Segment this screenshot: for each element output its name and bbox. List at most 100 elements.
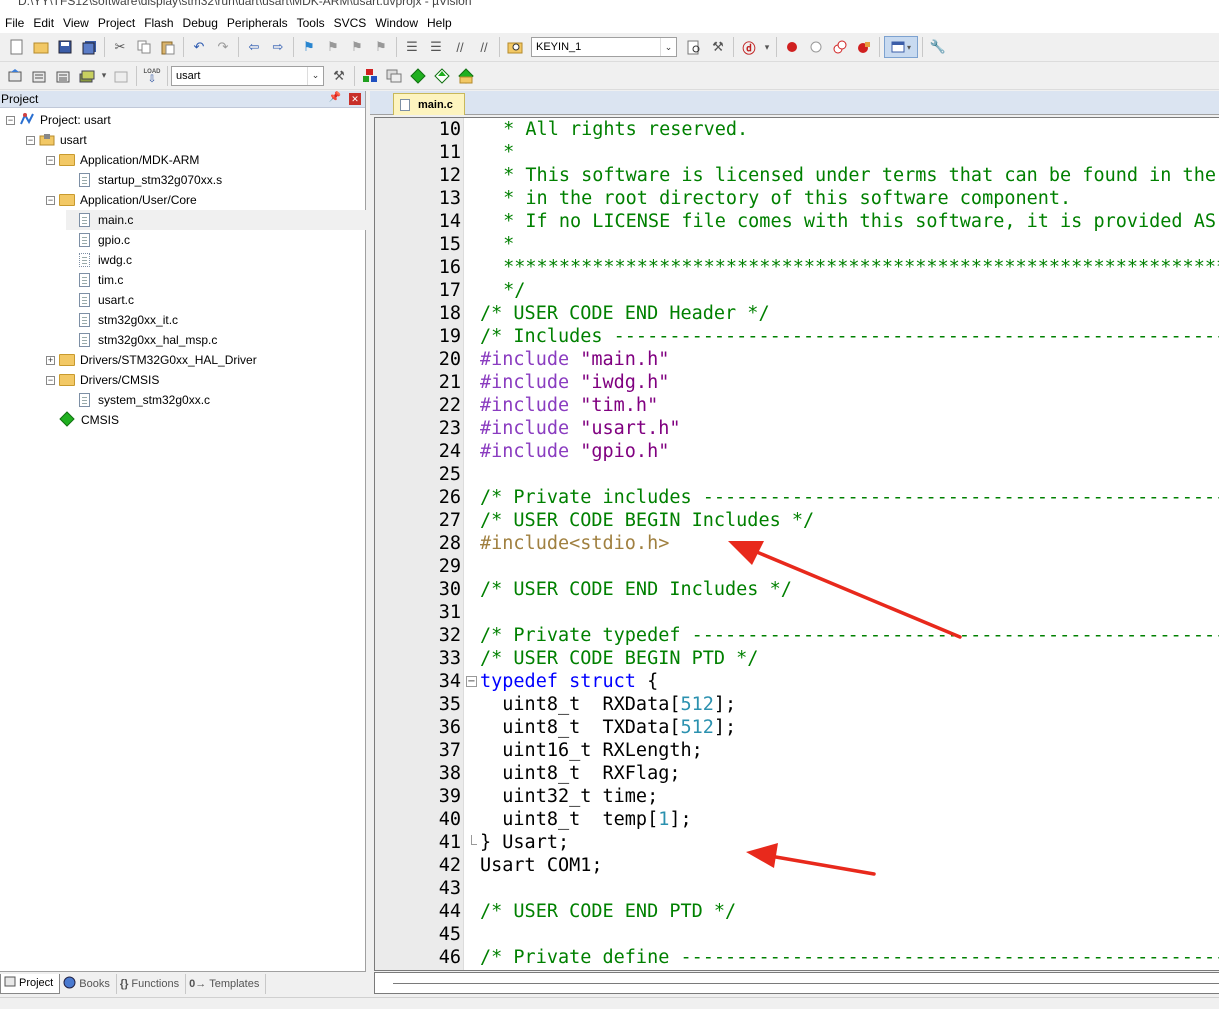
find-in-files-icon[interactable] [504,36,526,58]
code-line[interactable]: 10 * All rights reserved. [375,118,1219,141]
menu-svcs[interactable]: SVCS [333,16,375,30]
manage-rte-icon[interactable] [407,65,429,87]
code-line[interactable]: 23 #include "usart.h" [375,417,1219,440]
code-line[interactable]: 29 [375,555,1219,578]
chevron-down-icon[interactable]: ⌄ [307,66,323,85]
code-line[interactable]: 12 * This software is licensed under ter… [375,164,1219,187]
window-layout-icon[interactable]: ▾ [884,36,918,58]
code-line[interactable]: 28 #include<stdio.h> [375,532,1219,555]
code-line[interactable]: 40 uint8_t temp[1]; [375,808,1219,831]
batch-build-icon[interactable] [76,65,98,87]
collapse-icon[interactable]: − [46,155,55,165]
tree-item[interactable]: usart.c [66,290,134,310]
tree-item[interactable]: startup_stm32g070xx.s [66,170,222,190]
code-line[interactable]: 18 /* USER CODE END Header */ [375,302,1219,325]
menu-tools[interactable]: Tools [296,16,333,30]
translate-icon[interactable] [4,65,26,87]
menu-peripherals[interactable]: Peripherals [226,16,296,30]
unindent-icon[interactable]: ☰ [425,36,447,58]
code-line[interactable]: 14 * If no LICENSE file comes with this … [375,210,1219,233]
save-all-icon[interactable] [78,36,100,58]
code-line[interactable]: 19 /* Includes --------------------------… [375,325,1219,348]
kill-breakpoints-icon[interactable] [853,36,875,58]
tab-functions[interactable]: {} Functions [117,973,187,994]
close-icon[interactable]: ✕ [349,93,361,105]
tree-item[interactable]: + Drivers/STM32G0xx_HAL_Driver [46,350,257,370]
menu-window[interactable]: Window [374,16,426,30]
tree-item[interactable]: CMSIS [46,410,119,430]
find-combo[interactable]: KEYIN_1 ⌄ [531,37,677,57]
tab-main-c[interactable]: main.c [393,93,465,115]
tree-item[interactable]: main.c [66,210,366,230]
tree-item[interactable]: system_stm32g0xx.c [66,390,210,410]
navigate-forward-icon[interactable]: ⇨ [267,36,289,58]
manage-project-items-icon[interactable] [359,65,381,87]
code-line[interactable]: 27 /* USER CODE BEGIN Includes */ [375,509,1219,532]
code-line[interactable]: 37 uint16_t RXLength; [375,739,1219,762]
target-options-icon[interactable]: ⚒ [328,65,350,87]
menu-view[interactable]: View [62,16,97,30]
tree-item[interactable]: tim.c [66,270,123,290]
code-line[interactable]: 24 #include "gpio.h" [375,440,1219,463]
tree-item[interactable]: − usart [26,130,87,150]
file-extensions-icon[interactable] [383,65,405,87]
menu-help[interactable]: Help [426,16,460,30]
stop-build-icon[interactable] [110,65,132,87]
code-line[interactable]: 13 * in the root directory of this softw… [375,187,1219,210]
paste-icon[interactable] [157,36,179,58]
tree-item[interactable]: stm32g0xx_hal_msp.c [66,330,217,350]
copy-icon[interactable] [133,36,155,58]
tree-item[interactable]: − Drivers/CMSIS [46,370,159,390]
next-bookmark-icon[interactable]: ⚑ [346,36,368,58]
collapse-icon[interactable]: − [46,195,55,205]
code-line[interactable]: 35 uint8_t RXData[512]; [375,693,1219,716]
insert-bookmark-icon[interactable]: ⚑ [298,36,320,58]
code-line[interactable]: 47 /* USER CODE BEGIN PD */ [375,969,1219,970]
code-editor[interactable]: 10 * All rights reserved. 11 * 12 * This s… [374,117,1219,971]
build-icon[interactable] [28,65,50,87]
code-line[interactable]: 43 [375,877,1219,900]
tab-templates[interactable]: 0→ Templates [186,973,267,994]
code-line[interactable]: 16 *************************************… [375,256,1219,279]
redo-icon[interactable]: ↷ [212,36,234,58]
code-line[interactable]: 32 /* Private typedef -------------------… [375,624,1219,647]
configure-icon[interactable]: 🔧 [927,36,949,58]
open-folder-icon[interactable] [30,36,52,58]
code-line[interactable]: 41} Usart; [375,831,1219,854]
menu-project[interactable]: Project [97,16,143,30]
indent-icon[interactable]: ☰ [401,36,423,58]
collapse-icon[interactable]: − [46,375,55,385]
tree-item[interactable]: gpio.c [66,230,130,250]
scrollbar-thumb[interactable] [393,983,1219,984]
code-line[interactable]: 36 uint8_t TXData[512]; [375,716,1219,739]
code-line[interactable]: 21 #include "iwdg.h" [375,371,1219,394]
tree-item[interactable]: stm32g0xx_it.c [66,310,178,330]
code-line[interactable]: 31 [375,601,1219,624]
tab-books[interactable]: Books [60,973,117,994]
tab-project[interactable]: Project [0,973,61,994]
new-file-icon[interactable] [6,36,28,58]
code-line[interactable]: 42 Usart COM1; [375,854,1219,877]
rebuild-icon[interactable] [52,65,74,87]
code-line[interactable]: 26 /* Private includes ------------------… [375,486,1219,509]
chevron-down-icon[interactable]: ⌄ [660,38,676,56]
code-line[interactable]: 33 /* USER CODE BEGIN PTD */ [375,647,1219,670]
code-line[interactable]: 17 */ [375,279,1219,302]
cut-icon[interactable]: ✂ [109,36,131,58]
horizontal-scrollbar[interactable] [374,972,1219,994]
previous-bookmark-icon[interactable]: ⚑ [322,36,344,58]
select-packs-icon[interactable] [431,65,453,87]
select-target-combo[interactable]: usart ⌄ [171,65,324,86]
menu-debug[interactable]: Debug [182,16,226,30]
tree-item[interactable]: − Project: usart [6,110,111,130]
code-line[interactable]: 39 uint32_t time; [375,785,1219,808]
menu-flash[interactable]: Flash [143,16,181,30]
insert-breakpoint-icon[interactable] [781,36,803,58]
collapse-icon[interactable]: − [26,135,35,145]
code-line[interactable]: 30 /* USER CODE END Includes */ [375,578,1219,601]
navigate-back-icon[interactable]: ⇦ [243,36,265,58]
code-line[interactable]: 11 * [375,141,1219,164]
fold-icon[interactable]: − [466,676,477,687]
code-line[interactable]: 22 #include "tim.h" [375,394,1219,417]
menu-edit[interactable]: Edit [32,16,62,30]
